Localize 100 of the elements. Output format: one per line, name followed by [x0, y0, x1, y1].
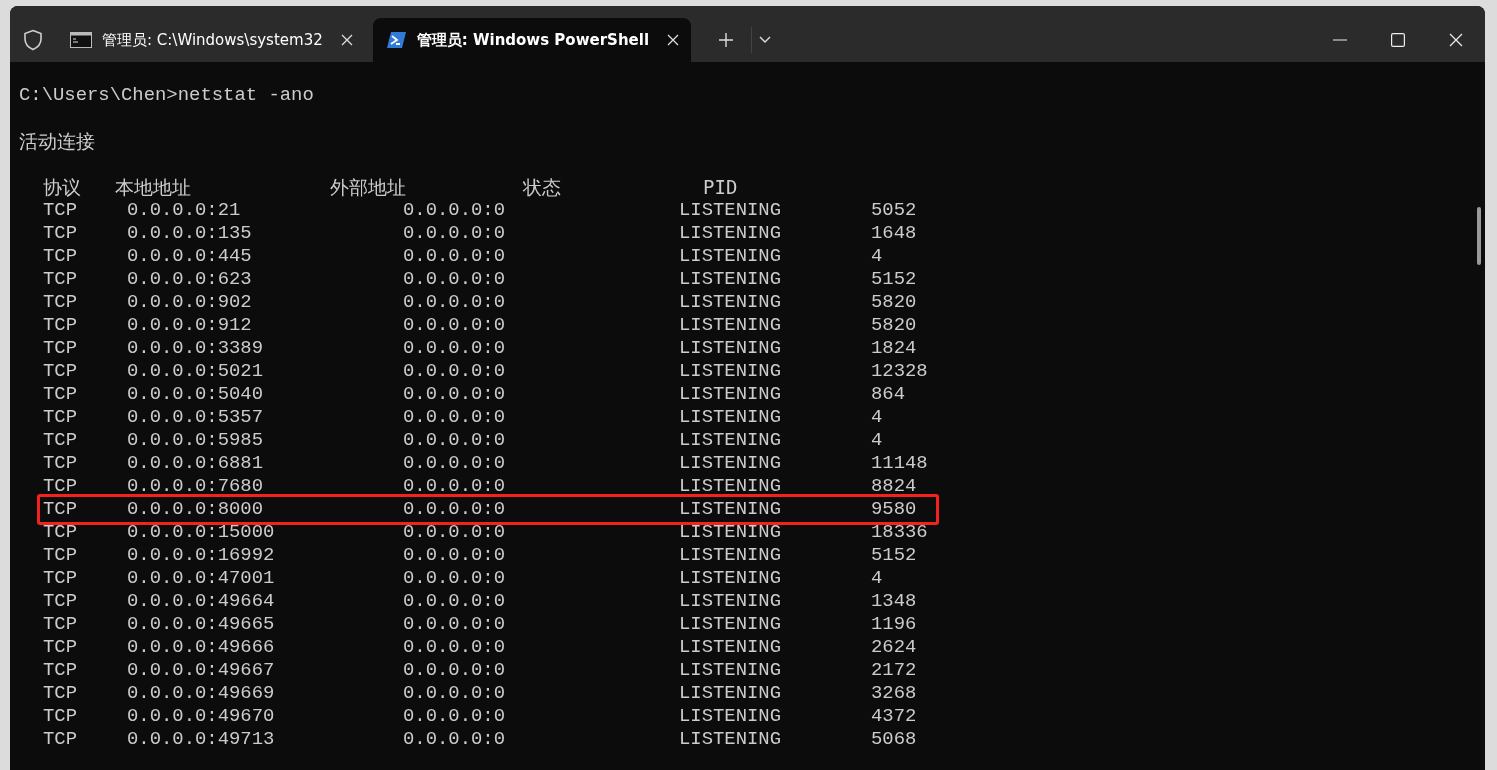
table-cell: 0.0.0.0:623 [127, 268, 252, 291]
table-cell: 0.0.0.0:0 [403, 452, 506, 475]
table-cell: TCP [43, 498, 77, 521]
close-icon[interactable] [340, 34, 353, 46]
table-cell: 4372 [871, 705, 917, 728]
table-cell: 0.0.0.0:5021 [127, 360, 264, 383]
table-cell: 0.0.0.0:49666 [127, 636, 275, 659]
table-cell: LISTENING [679, 613, 782, 636]
terminal-icon [70, 32, 92, 48]
table-cell: TCP [43, 475, 77, 498]
table-cell: 1648 [871, 222, 917, 245]
table-cell: 0.0.0.0:6881 [127, 452, 264, 475]
table-cell: TCP [43, 337, 77, 360]
table-cell: LISTENING [679, 705, 782, 728]
table-cell: TCP [43, 521, 77, 544]
table-cell: 3268 [871, 682, 917, 705]
table-cell: 1196 [871, 613, 917, 636]
table-cell: TCP [43, 705, 77, 728]
table-cell: 0.0.0.0:0 [403, 475, 506, 498]
table-cell: TCP [43, 222, 77, 245]
table-cell: 5820 [871, 291, 917, 314]
column-header: 本地地址 [115, 176, 192, 199]
table-cell: 0.0.0.0:0 [403, 245, 506, 268]
table-cell: 0.0.0.0:0 [403, 199, 506, 222]
table-cell: TCP [43, 636, 77, 659]
column-header: 状态 [523, 176, 562, 199]
table-cell: 4 [871, 406, 883, 429]
table-cell: 0.0.0.0:49665 [127, 613, 275, 636]
table-cell: LISTENING [679, 452, 782, 475]
close-icon[interactable] [667, 34, 680, 46]
table-cell: TCP [43, 544, 77, 567]
table-cell: 0.0.0.0:0 [403, 728, 506, 751]
table-cell: TCP [43, 360, 77, 383]
maximize-icon[interactable] [1391, 33, 1405, 47]
table-cell: 4 [871, 245, 883, 268]
table-cell: 0.0.0.0:0 [403, 636, 506, 659]
table-cell: 5068 [871, 728, 917, 751]
table-cell: 0.0.0.0:49670 [127, 705, 275, 728]
tab-title: 管理员: C:\Windows\system32 [102, 29, 323, 51]
table-cell: 0.0.0.0:912 [127, 314, 252, 337]
table-cell: TCP [43, 429, 77, 452]
table-cell: 0.0.0.0:0 [403, 544, 506, 567]
table-cell: 2624 [871, 636, 917, 659]
close-icon[interactable] [1449, 33, 1463, 47]
table-cell: 0.0.0.0:0 [403, 659, 506, 682]
table-cell: 0.0.0.0:49664 [127, 590, 275, 613]
table-cell: LISTENING [679, 567, 782, 590]
table-cell: LISTENING [679, 406, 782, 429]
terminal-tab[interactable]: 管理员: C:\Windows\system32 [56, 18, 365, 62]
table-cell: TCP [43, 659, 77, 682]
column-header: PID [703, 176, 739, 199]
table-cell: 0.0.0.0:0 [403, 314, 506, 337]
table-cell: LISTENING [679, 590, 782, 613]
table-cell: 0.0.0.0:0 [403, 682, 506, 705]
table-cell: 8824 [871, 475, 917, 498]
table-cell: 0.0.0.0:0 [403, 429, 506, 452]
table-cell: 0.0.0.0:15000 [127, 521, 275, 544]
table-cell: LISTENING [679, 475, 782, 498]
table-cell: 0.0.0.0:5357 [127, 406, 264, 429]
table-cell: 0.0.0.0:0 [403, 406, 506, 429]
table-cell: 0.0.0.0:0 [403, 268, 506, 291]
table-cell: LISTENING [679, 659, 782, 682]
table-cell: TCP [43, 613, 77, 636]
table-cell: 18336 [871, 521, 928, 544]
table-cell: 0.0.0.0:16992 [127, 544, 275, 567]
table-cell: 0.0.0.0:0 [403, 521, 506, 544]
table-cell: TCP [43, 406, 77, 429]
table-cell: 0.0.0.0:0 [403, 567, 506, 590]
table-cell: LISTENING [679, 268, 782, 291]
table-cell: 0.0.0.0:49669 [127, 682, 275, 705]
table-cell: LISTENING [679, 314, 782, 337]
table-cell: 0.0.0.0:0 [403, 498, 506, 521]
table-cell: 0.0.0.0:0 [403, 383, 506, 406]
table-cell: 0.0.0.0:5040 [127, 383, 264, 406]
section-heading: 活动连接 [19, 130, 95, 152]
table-cell: LISTENING [679, 337, 782, 360]
table-cell: 0.0.0.0:3389 [127, 337, 264, 360]
table-cell: 0.0.0.0:49667 [127, 659, 275, 682]
table-cell: LISTENING [679, 360, 782, 383]
table-cell: TCP [43, 245, 77, 268]
table-cell: LISTENING [679, 199, 782, 222]
scrollbar-thumb[interactable] [1477, 207, 1481, 265]
table-cell: 1348 [871, 590, 917, 613]
table-cell: 0.0.0.0:21 [127, 199, 241, 222]
table-cell: TCP [43, 567, 77, 590]
column-header: 协议 [43, 176, 82, 199]
table-cell: LISTENING [679, 728, 782, 751]
table-cell: 0.0.0.0:135 [127, 222, 252, 245]
powershell-icon [386, 31, 407, 49]
table-cell: 12328 [871, 360, 928, 383]
table-cell: 0.0.0.0:0 [403, 337, 506, 360]
table-cell: 4 [871, 567, 883, 590]
table-cell: 9580 [871, 498, 917, 521]
terminal-tab[interactable]: 管理员: Windows PowerShell [372, 18, 692, 62]
table-cell: 11148 [871, 452, 928, 475]
table-cell: TCP [43, 728, 77, 751]
table-cell: 0.0.0.0:47001 [127, 567, 275, 590]
table-cell: 0.0.0.0:49713 [127, 728, 275, 751]
table-cell: LISTENING [679, 682, 782, 705]
table-cell: LISTENING [679, 544, 782, 567]
